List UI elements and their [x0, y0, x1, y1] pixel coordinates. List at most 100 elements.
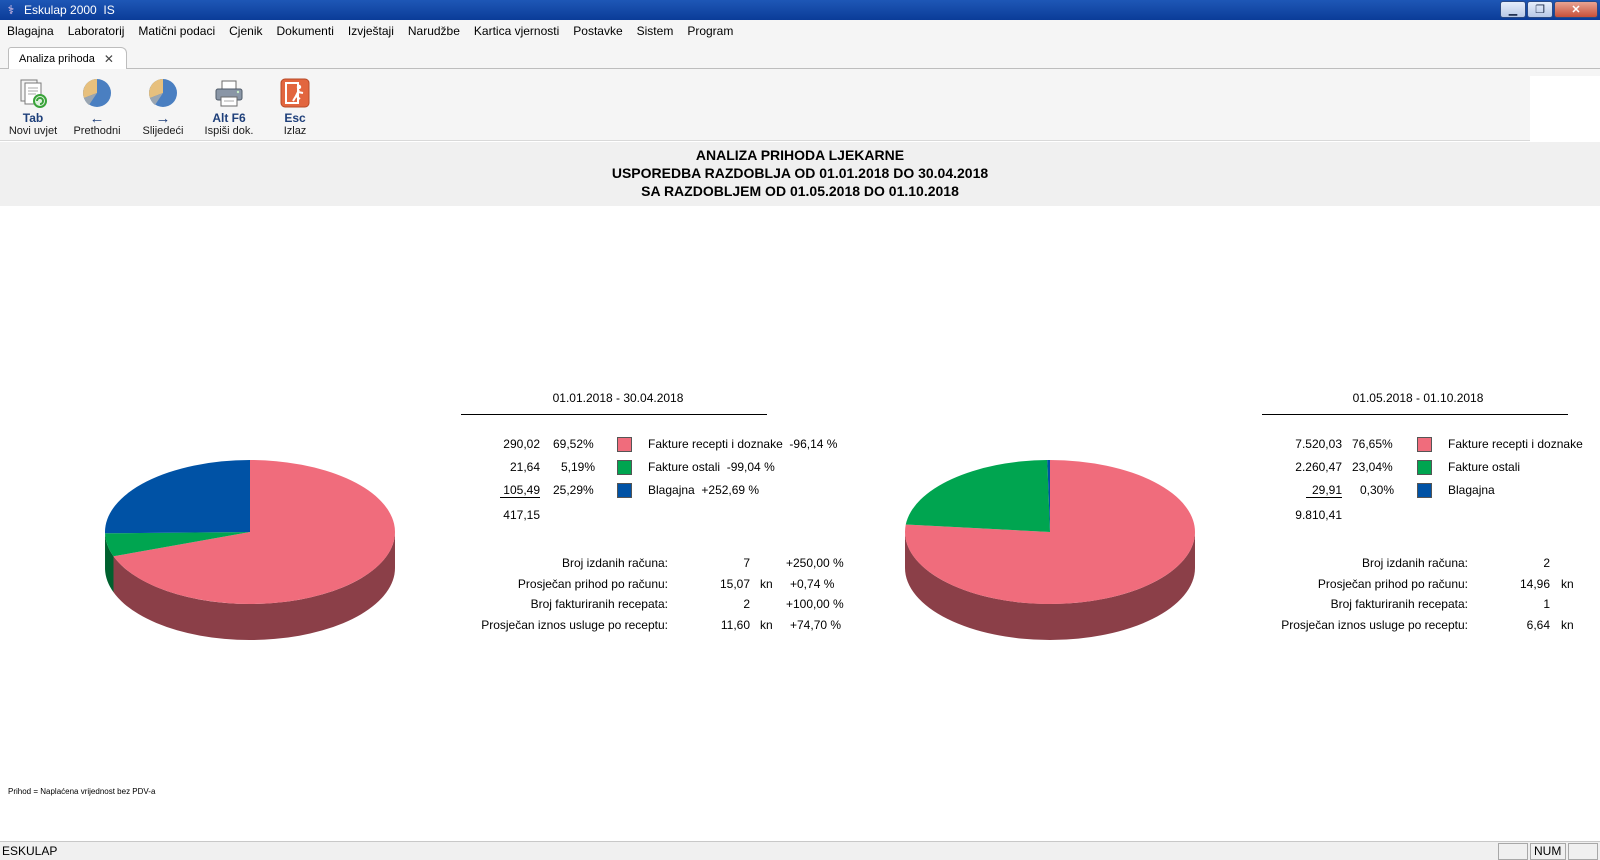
minimize-button[interactable]: ▁	[1500, 1, 1526, 18]
pie-slice-blagajna	[105, 460, 250, 534]
menu-laboratorij[interactable]: Laboratorij	[61, 24, 132, 38]
new-condition-label: Novi uvjet	[8, 125, 58, 137]
menu-cjenik[interactable]: Cjenik	[222, 24, 269, 38]
period-2-divider	[1262, 414, 1568, 415]
p1-stat-change: +100,00 %	[786, 597, 844, 611]
app-logo-icon: ⚕	[7, 3, 15, 17]
p1-stat-label: Broj fakturiranih recepata:	[530, 597, 668, 611]
menu-program[interactable]: Program	[680, 24, 740, 38]
menu-kartica-vjernosti[interactable]: Kartica vjernosti	[467, 24, 566, 38]
status-pane-empty	[1568, 843, 1598, 860]
legend-swatch-blagajna	[1417, 483, 1432, 498]
exit-door-icon	[280, 78, 310, 108]
p2-pct-recepti: 76,65%	[1352, 437, 1393, 451]
menu-maticni-podaci[interactable]: Matični podaci	[131, 24, 222, 38]
next-label: Slijedeći	[142, 125, 184, 137]
previous-button[interactable]: ← Prethodni	[66, 77, 128, 137]
p2-pct-ostali: 23,04%	[1352, 460, 1393, 474]
p2-label-blagajna: Blagajna	[1448, 483, 1495, 497]
toolbar: Tab Novi uvjet ← Prethodni → Slijedeći A…	[0, 69, 1600, 141]
p1-pct-recepti: 69,52%	[553, 437, 594, 451]
p2-amount-ostali: 2.260,47	[1295, 460, 1342, 474]
report-title: ANALIZA PRIHODA LJEKARNE	[695, 147, 905, 163]
p1-amount-ostali: 21,64	[509, 460, 540, 474]
p2-stat-label: Broj izdanih računa:	[1361, 556, 1468, 570]
pie-chart-period-1	[105, 460, 395, 640]
p2-stat-value: 2	[1543, 556, 1550, 570]
arrow-right-icon: →	[155, 110, 171, 127]
legend-swatch-recepti	[617, 437, 632, 452]
p1-stat-unit: kn	[760, 618, 773, 632]
p1-stat-value: 15,07	[719, 577, 750, 591]
restore-button[interactable]: ❐	[1527, 1, 1553, 18]
p2-stat-label: Broj fakturiranih recepata:	[1330, 597, 1468, 611]
menu-narudzbe[interactable]: Narudžbe	[401, 24, 467, 38]
arrow-left-icon: ←	[89, 110, 105, 127]
p2-stat-unit: kn	[1561, 577, 1574, 591]
legend-swatch-recepti	[1417, 437, 1432, 452]
report-header: ANALIZA PRIHODA LJEKARNE USPOREDBA RAZDO…	[0, 142, 1600, 206]
period-2-label: 01.05.2018 - 01.10.2018	[1352, 391, 1484, 405]
p1-pct-blagajna: 25,29%	[553, 483, 594, 497]
print-label: Ispiši dok.	[204, 125, 254, 137]
tab-analiza-prihoda[interactable]: Analiza prihoda ✕	[8, 47, 127, 69]
p1-stat-change: +250,00 %	[786, 556, 844, 570]
p1-stat-label: Broj izdanih računa:	[561, 556, 668, 570]
pie-chart-icon	[83, 79, 111, 107]
document-tabstrip: Analiza prihoda ✕	[0, 41, 1600, 69]
p2-stat-unit: kn	[1561, 618, 1574, 632]
legend-swatch-ostali	[1417, 460, 1432, 475]
p2-stat-label: Prosječan prihod po računu:	[1317, 577, 1468, 591]
exit-button[interactable]: Esc Izlaz	[264, 77, 326, 137]
menu-izvjestaji[interactable]: Izvještaji	[341, 24, 401, 38]
status-pane-empty	[1498, 843, 1528, 860]
p1-pct-ostali: 5,19%	[561, 460, 596, 474]
p1-stat-value: 2	[743, 597, 750, 611]
p2-total: 9.810,41	[1295, 508, 1342, 522]
legend-swatch-ostali	[617, 460, 632, 475]
report-subtitle-2: SA RAZDOBLJEM OD 01.05.2018 DO 01.10.201…	[641, 183, 959, 199]
p2-pct-blagajna: 0,30%	[1360, 483, 1395, 497]
p1-amount-recepti: 290,02	[503, 437, 540, 451]
p2-stat-value: 1	[1543, 597, 1550, 611]
p2-stat-label: Prosječan iznos usluge po receptu:	[1281, 618, 1468, 632]
pie-slice-fakture-ostali	[905, 460, 1050, 532]
p2-amount-blagajna: 29,91	[1306, 483, 1342, 498]
menu-postavke[interactable]: Postavke	[566, 24, 629, 38]
p1-stat-unit: kn	[760, 577, 773, 591]
p1-stat-label: Prosječan prihod po računu:	[517, 577, 668, 591]
p1-label-ostali: Fakture ostali -99,04 %	[648, 460, 775, 474]
p2-label-recepti: Fakture recepti i doznake	[1448, 437, 1583, 451]
p1-total: 417,15	[503, 508, 540, 522]
menu-bar: Blagajna Laboratorij Matični podaci Cjen…	[0, 20, 1600, 41]
report-subtitle-1: USPOREDBA RAZDOBLJA OD 01.01.2018 DO 30.…	[611, 165, 989, 181]
exit-key: Esc	[284, 111, 306, 125]
p1-stat-value: 7	[743, 556, 750, 570]
p2-stat-value: 14,96	[1519, 577, 1550, 591]
new-condition-button[interactable]: Tab Novi uvjet	[2, 77, 64, 137]
print-button[interactable]: Alt F6 Ispiši dok.	[198, 77, 260, 137]
p2-stat-value: 6,64	[1526, 618, 1550, 632]
status-text: ESKULAP	[2, 844, 58, 858]
pie-chart-icon	[149, 79, 177, 107]
window-title: Eskulap 2000 IS	[24, 3, 115, 17]
p1-label-blagajna: Blagajna +252,69 %	[648, 483, 760, 497]
p1-stat-value: 11,60	[720, 618, 750, 632]
menu-sistem[interactable]: Sistem	[630, 24, 681, 38]
p2-label-ostali: Fakture ostali	[1448, 460, 1521, 474]
status-num-indicator: NUM	[1530, 843, 1566, 860]
tab-close-icon[interactable]: ✕	[104, 52, 114, 66]
p1-label-recepti: Fakture recepti i doznake -96,14 %	[648, 437, 838, 451]
menu-dokumenti[interactable]: Dokumenti	[270, 24, 341, 38]
menu-blagajna[interactable]: Blagajna	[0, 24, 61, 38]
status-bar: ESKULAP NUM	[0, 841, 1600, 860]
next-button[interactable]: → Slijedeći	[132, 77, 194, 137]
toolbar-blank-panel	[1530, 76, 1600, 141]
close-window-button[interactable]: ✕	[1554, 1, 1598, 18]
previous-label: Prethodni	[73, 125, 121, 137]
p2-amount-recepti: 7.520,03	[1295, 437, 1342, 451]
printer-icon	[215, 80, 243, 107]
tab-label: Analiza prihoda	[19, 52, 95, 65]
legend-swatch-blagajna	[617, 483, 632, 498]
new-document-refresh-icon	[20, 79, 47, 108]
